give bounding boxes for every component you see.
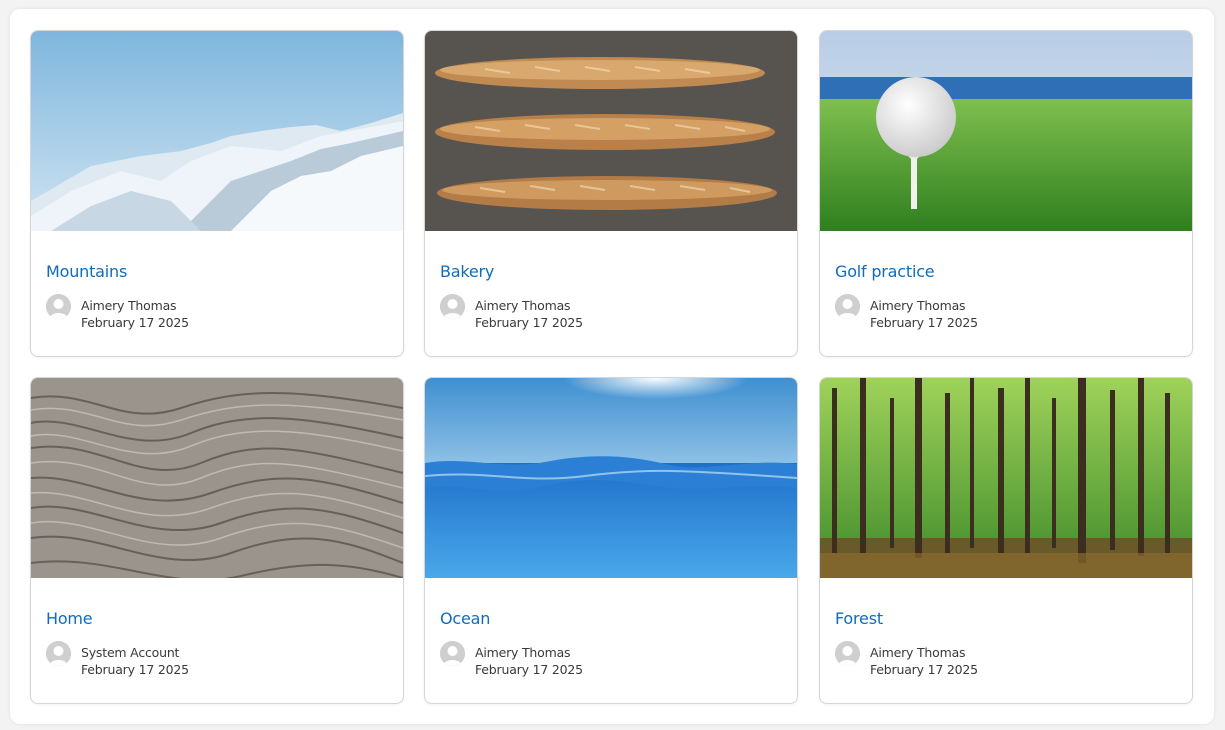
card-author: System Account — [81, 645, 180, 660]
card-author: Aimery Thomas — [475, 645, 571, 660]
card-image-golf[interactable] — [820, 31, 1192, 231]
card-forest[interactable]: Forest Aimery Thomas February 17 2025 — [819, 377, 1193, 704]
card-author: Aimery Thomas — [81, 298, 177, 313]
card-title[interactable]: Ocean — [440, 609, 490, 628]
card-image-bakery[interactable] — [425, 31, 797, 231]
card-bakery[interactable]: Bakery Aimery Thomas February 17 2025 — [424, 30, 798, 357]
card-title[interactable]: Forest — [835, 609, 883, 628]
card-image-forest[interactable] — [820, 378, 1192, 578]
avatar-icon — [835, 294, 860, 319]
card-title[interactable]: Golf practice — [835, 262, 935, 281]
card-title[interactable]: Mountains — [46, 262, 127, 281]
card-title[interactable]: Home — [46, 609, 93, 628]
avatar-icon — [440, 641, 465, 666]
avatar-icon — [440, 294, 465, 319]
card-date: February 17 2025 — [81, 315, 189, 330]
card-author: Aimery Thomas — [870, 298, 966, 313]
card-author: Aimery Thomas — [475, 298, 571, 313]
card-date: February 17 2025 — [475, 315, 583, 330]
card-mountains[interactable]: Mountains Aimery Thomas February 17 2025 — [30, 30, 404, 357]
card-date: February 17 2025 — [870, 662, 978, 677]
card-image-mountains[interactable] — [31, 31, 403, 231]
card-author: Aimery Thomas — [870, 645, 966, 660]
card-date: February 17 2025 — [475, 662, 583, 677]
card-date: February 17 2025 — [81, 662, 189, 677]
card-ocean[interactable]: Ocean Aimery Thomas February 17 2025 — [424, 377, 798, 704]
card-image-home[interactable] — [31, 378, 403, 578]
avatar-icon — [46, 641, 71, 666]
avatar-icon — [835, 641, 860, 666]
avatar-icon — [46, 294, 71, 319]
card-date: February 17 2025 — [870, 315, 978, 330]
card-golf-practice[interactable]: Golf practice Aimery Thomas February 17 … — [819, 30, 1193, 357]
card-home[interactable]: Home System Account February 17 2025 — [30, 377, 404, 704]
card-title[interactable]: Bakery — [440, 262, 494, 281]
card-image-ocean[interactable] — [425, 378, 797, 578]
